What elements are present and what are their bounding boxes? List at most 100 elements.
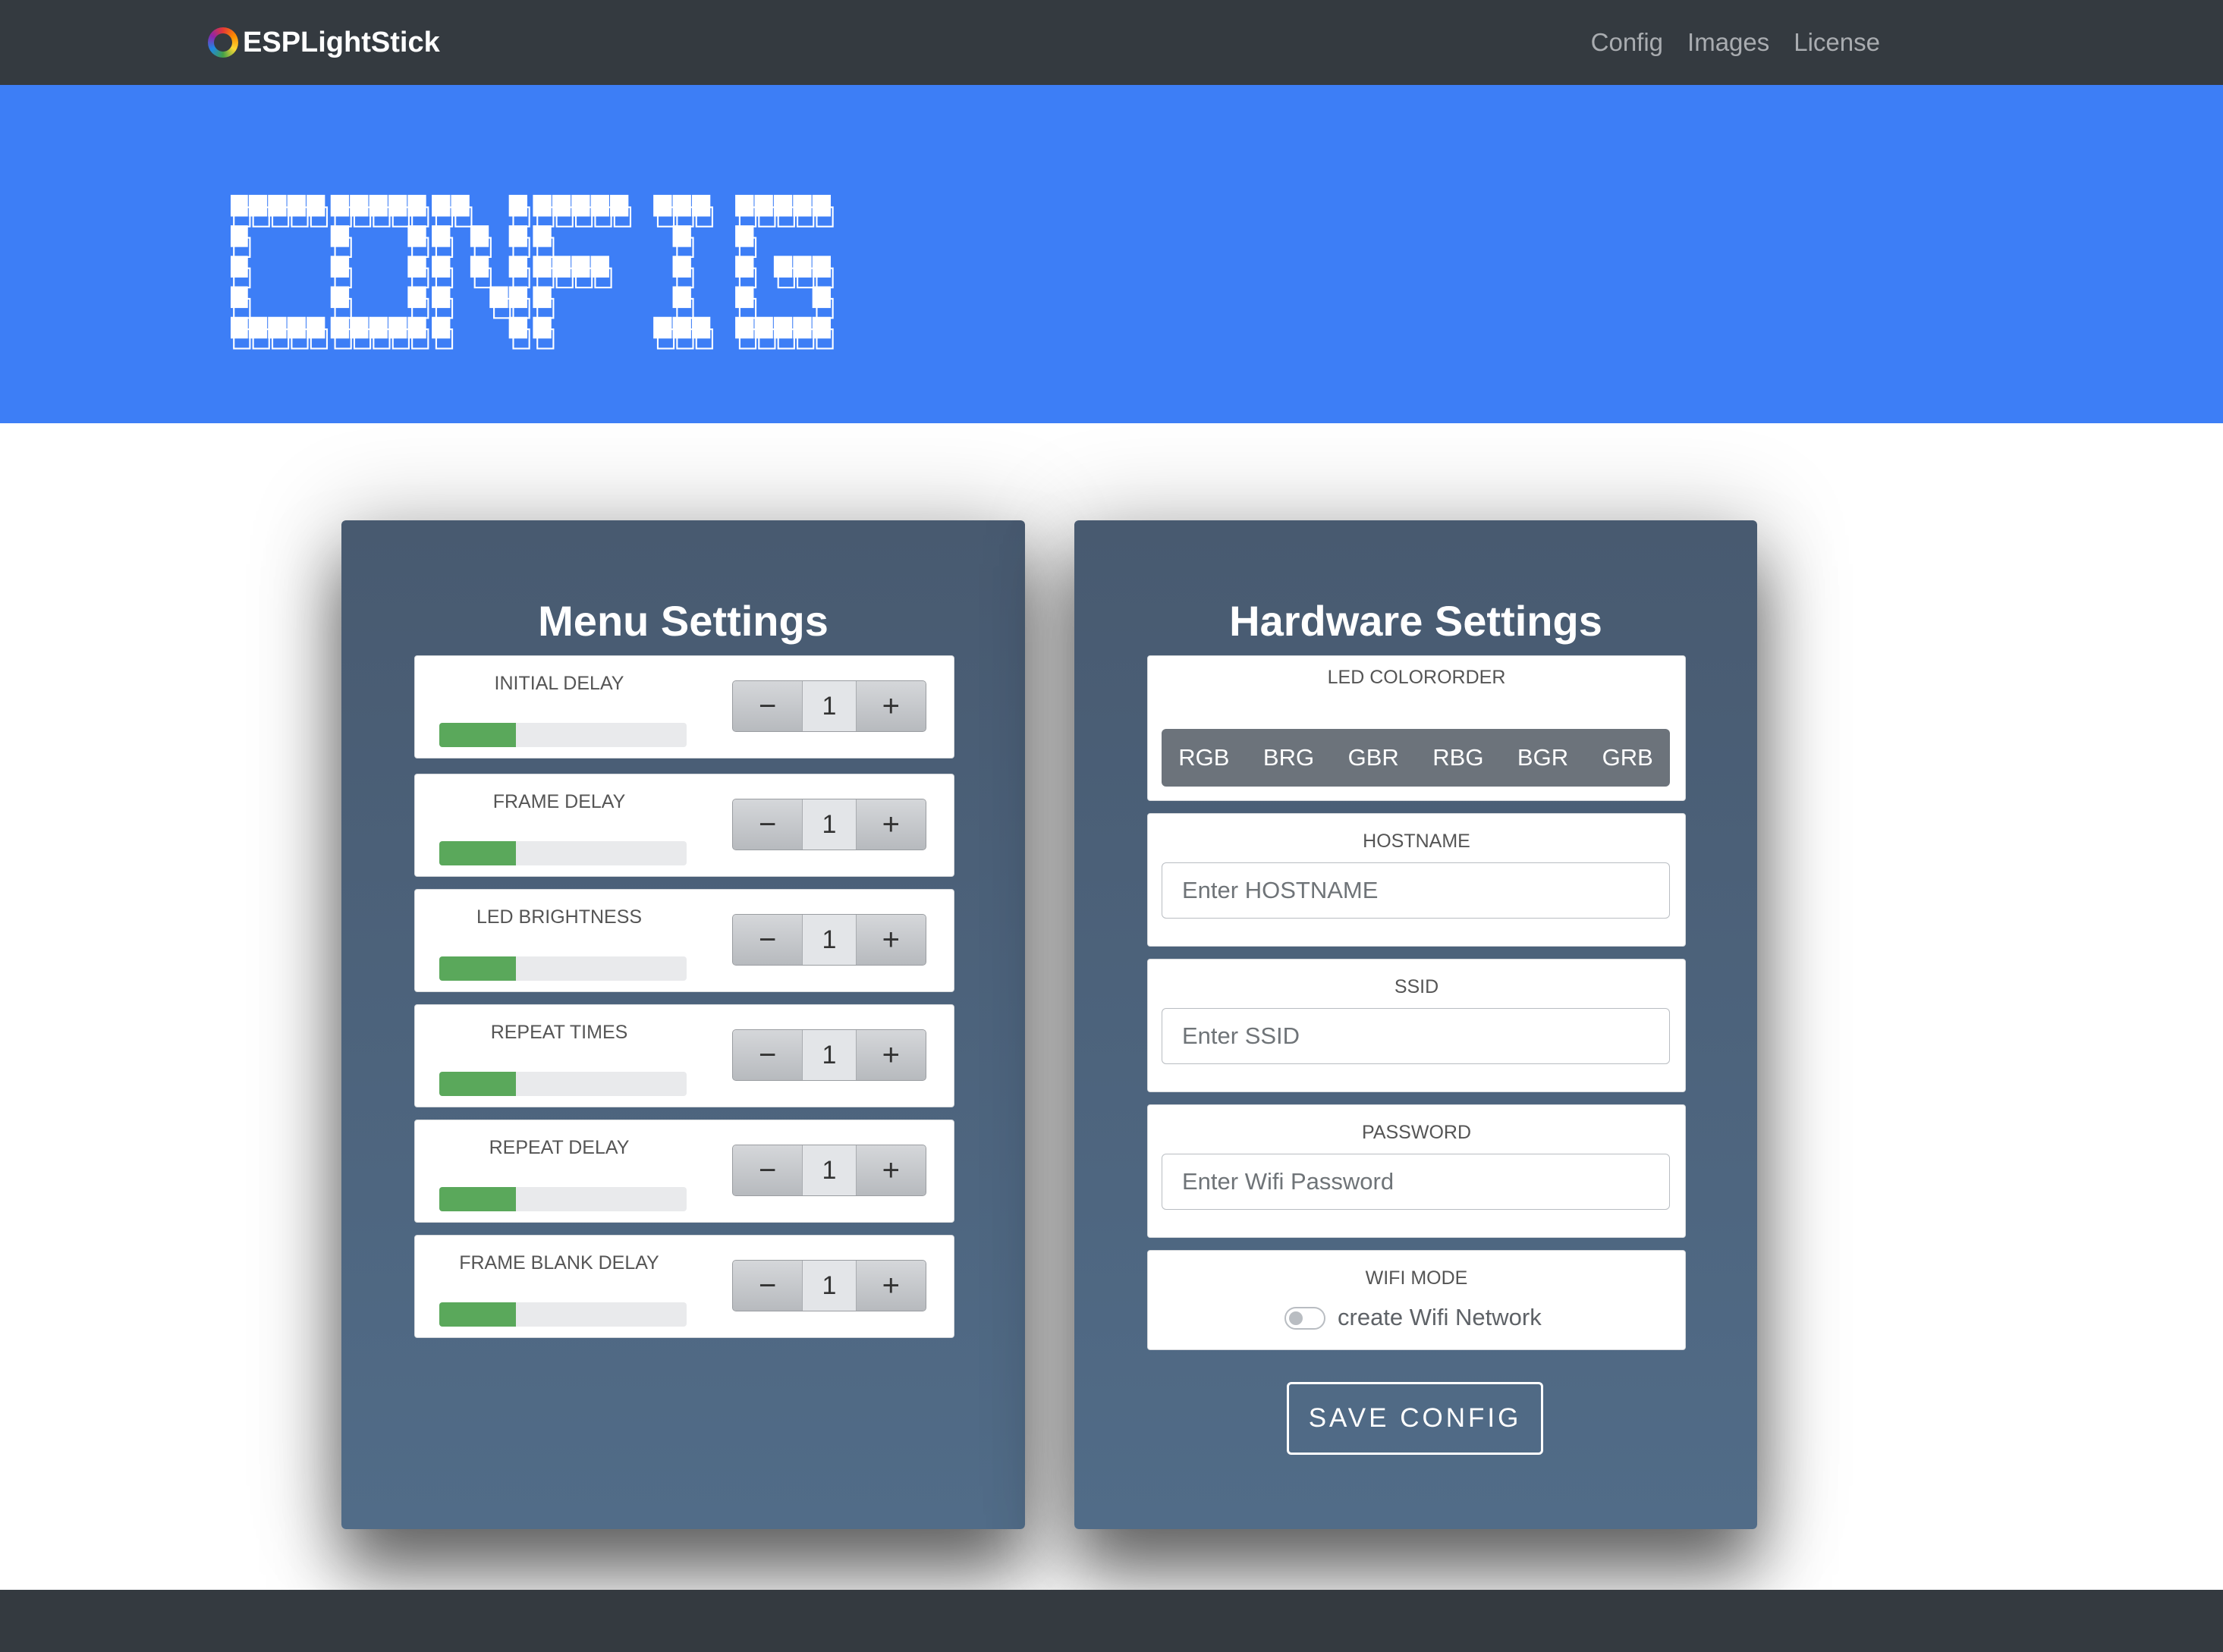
lightstick-logo-icon	[208, 27, 238, 58]
save-config-button[interactable]: SAVE CONFIG	[1287, 1382, 1543, 1455]
hero-glyph-block	[773, 194, 793, 217]
password-label: PASSWORD	[1362, 1122, 1471, 1143]
colororder-rbg-button[interactable]: RBG	[1416, 729, 1501, 787]
brand-link[interactable]: ESPLightStick	[208, 21, 440, 64]
led-colororder-card: LED COLORORDER RGB BRG GBR RBG BGR GRB	[1147, 655, 1686, 801]
ssid-input[interactable]	[1162, 1008, 1670, 1064]
hardware-settings-panel: Hardware Settings LED COLORORDER RGB BRG…	[1074, 520, 1757, 1529]
stepper-value[interactable]: 1	[802, 915, 857, 965]
setting-progress-bar	[439, 1187, 687, 1211]
setting-label: LED BRIGHTNESS	[476, 906, 643, 928]
navbar: ESPLightStick Config Images License	[0, 0, 2223, 85]
setting-progress-bar	[439, 956, 687, 981]
menu-settings-title: Menu Settings	[538, 597, 829, 645]
ssid-label: SSID	[1394, 976, 1439, 997]
progress-fill	[439, 1187, 517, 1211]
progress-fill	[439, 956, 517, 981]
increment-button[interactable]: +	[856, 915, 926, 965]
colororder-brg-button[interactable]: BRG	[1247, 729, 1332, 787]
hero-glyph-block	[432, 256, 451, 278]
setting-card-frame-blank-delay: FRAME BLANK DELAY − 1 +	[414, 1235, 954, 1338]
decrement-button[interactable]: −	[733, 681, 803, 731]
colororder-gbr-button[interactable]: GBR	[1331, 729, 1416, 787]
colororder-bgr-button[interactable]: BGR	[1501, 729, 1586, 787]
hero-glyph-block	[268, 316, 287, 339]
hero-glyph-block	[369, 316, 388, 339]
setting-progress-bar	[439, 723, 687, 747]
setting-progress-bar	[439, 1302, 687, 1327]
menu-settings-panel: Menu Settings INITIAL DELAY − 1 + FRAME …	[341, 520, 1025, 1529]
hero-glyph-block	[812, 256, 832, 278]
setting-label: FRAME DELAY	[492, 791, 626, 812]
setting-card-repeat-delay: REPEAT DELAY − 1 +	[414, 1120, 954, 1223]
hero-glyph-block	[812, 194, 832, 217]
stepper-value[interactable]: 1	[802, 1145, 857, 1195]
hero-glyph-block	[268, 194, 287, 217]
hero-glyph-block	[812, 286, 832, 309]
decrement-button[interactable]: −	[733, 1030, 803, 1080]
setting-card-led-brightness: LED BRIGHTNESS − 1 +	[414, 889, 954, 992]
password-input[interactable]	[1162, 1154, 1670, 1210]
password-card: PASSWORD	[1147, 1104, 1686, 1238]
colororder-grb-button[interactable]: GRB	[1585, 729, 1670, 787]
increment-button[interactable]: +	[856, 1261, 926, 1311]
nav-links: Config Images License	[1591, 21, 1880, 64]
hero-glyph-block	[773, 316, 793, 339]
wifi-mode-card: WIFI MODE create Wifi Network	[1147, 1250, 1686, 1350]
increment-button[interactable]: +	[856, 799, 926, 850]
decrement-button[interactable]: −	[733, 915, 803, 965]
colororder-button-group: RGB BRG GBR RBG BGR GRB	[1162, 729, 1670, 787]
nav-link-license[interactable]: License	[1794, 28, 1880, 57]
nav-link-config[interactable]: Config	[1591, 28, 1663, 57]
progress-fill	[439, 723, 517, 747]
nav-link-images[interactable]: Images	[1687, 28, 1769, 57]
hero-glyph-block	[231, 286, 248, 309]
hero-glyph-block	[812, 316, 832, 339]
stepper-value[interactable]: 1	[802, 1261, 857, 1311]
setting-label: REPEAT TIMES	[490, 1022, 628, 1043]
stepper-value[interactable]: 1	[802, 799, 857, 850]
hero-glyph-block	[432, 225, 451, 247]
frame-delay-stepper: − 1 +	[732, 799, 926, 850]
setting-card-initial-delay: INITIAL DELAY − 1 +	[414, 655, 954, 758]
setting-card-repeat-times: REPEAT TIMES − 1 +	[414, 1004, 954, 1107]
wifi-mode-toggle-label[interactable]: create Wifi Network	[1338, 1304, 1542, 1331]
hero-banner	[0, 85, 2223, 423]
toggle-knob	[1289, 1311, 1303, 1325]
brand-name: ESPLightStick	[243, 26, 440, 58]
setting-progress-bar	[439, 841, 687, 865]
hostname-input[interactable]	[1162, 862, 1670, 919]
hostname-label: HOSTNAME	[1363, 831, 1470, 852]
hero-glyph-block	[773, 256, 793, 278]
stepper-value[interactable]: 1	[802, 681, 857, 731]
decrement-button[interactable]: −	[733, 799, 803, 850]
setting-label: FRAME BLANK DELAY	[459, 1252, 659, 1274]
led-brightness-stepper: − 1 +	[732, 914, 926, 966]
repeat-delay-stepper: − 1 +	[732, 1145, 926, 1196]
repeat-times-stepper: − 1 +	[732, 1029, 926, 1081]
hero-glyph-block	[432, 194, 451, 217]
setting-label: REPEAT DELAY	[489, 1137, 630, 1158]
increment-button[interactable]: +	[856, 681, 926, 731]
led-colororder-label: LED COLORORDER	[1327, 667, 1506, 688]
hero-glyph-block	[231, 256, 248, 278]
increment-button[interactable]: +	[856, 1030, 926, 1080]
wifi-mode-toggle-switch[interactable]	[1284, 1307, 1325, 1330]
progress-fill	[439, 841, 517, 865]
hero-glyph-block	[248, 194, 268, 217]
hero-glyph-block	[432, 286, 451, 309]
hero-glyph-block	[231, 194, 248, 217]
hardware-settings-title: Hardware Settings	[1229, 597, 1602, 645]
increment-button[interactable]: +	[856, 1145, 926, 1195]
hero-glyph-block	[231, 316, 248, 339]
wifi-mode-label: WIFI MODE	[1365, 1267, 1468, 1289]
hero-glyph-block	[369, 194, 388, 217]
ssid-card: SSID	[1147, 959, 1686, 1092]
hostname-card: HOSTNAME	[1147, 813, 1686, 947]
decrement-button[interactable]: −	[733, 1145, 803, 1195]
hero-glyph-block	[248, 316, 268, 339]
decrement-button[interactable]: −	[733, 1261, 803, 1311]
stepper-value[interactable]: 1	[802, 1030, 857, 1080]
hero-glyph-block	[231, 225, 248, 247]
colororder-rgb-button[interactable]: RGB	[1162, 729, 1247, 787]
